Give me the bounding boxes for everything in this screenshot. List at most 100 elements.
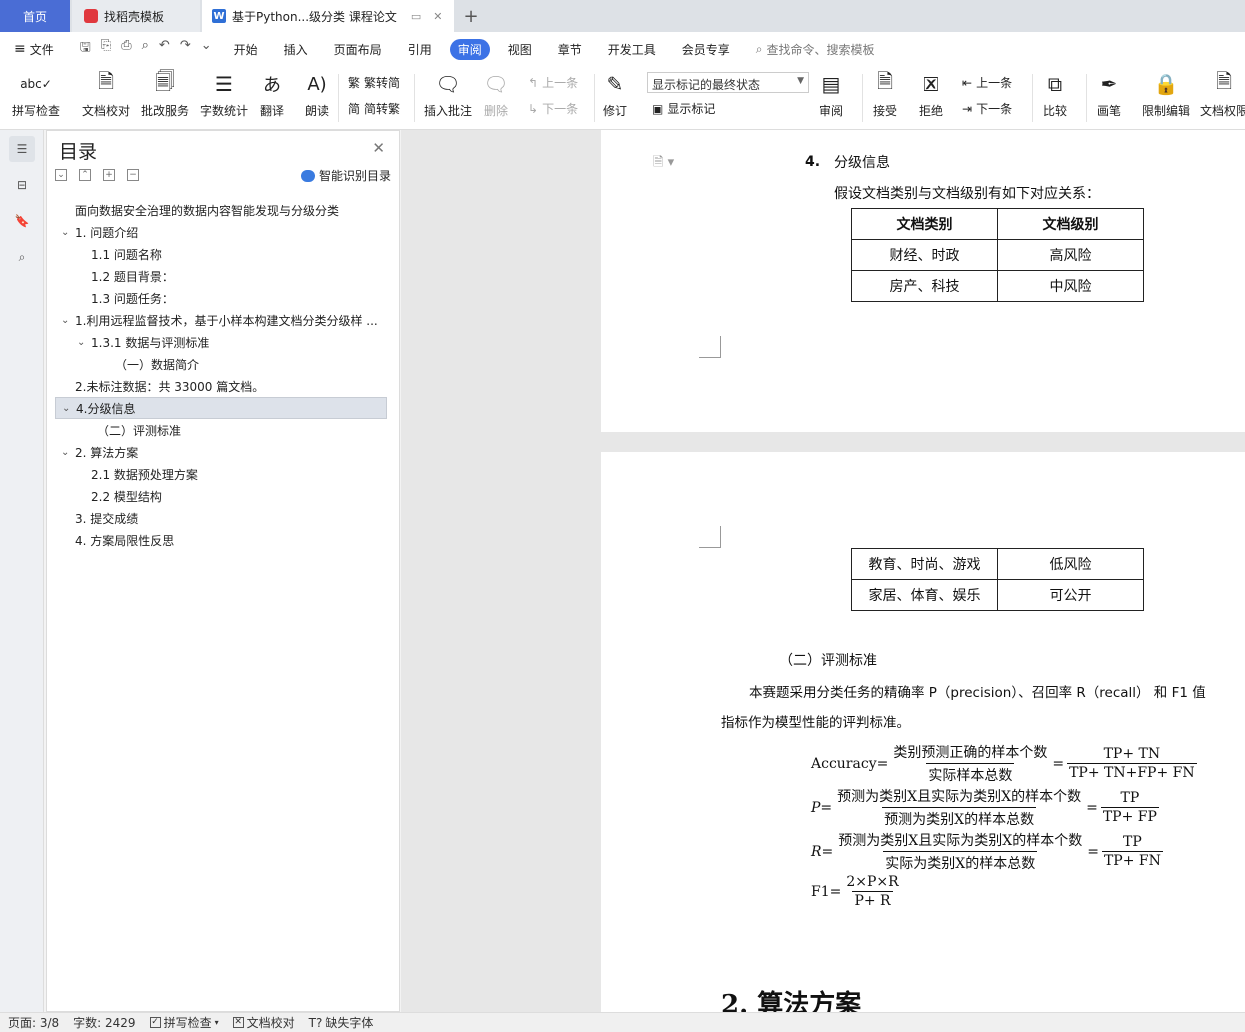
toc-item[interactable]: ⌄ 2. 算法方案: [55, 441, 387, 463]
page-indicator[interactable]: 页面: 3/8: [8, 1014, 59, 1031]
toc-item[interactable]: 2.2 模型结构: [55, 485, 387, 507]
menu-page-layout[interactable]: 页面布局: [334, 41, 382, 58]
toc-title: 目录: [59, 141, 98, 163]
tab-home-label: 首页: [22, 9, 47, 24]
new-tab-button[interactable]: +: [458, 0, 484, 32]
redo-icon[interactable]: ↷: [180, 38, 191, 60]
translate-button[interactable]: あ 翻译: [259, 70, 285, 119]
chevron-down-icon[interactable]: ⌄: [62, 403, 70, 414]
proofread-toggle[interactable]: ✕ 文档校对: [232, 1014, 295, 1031]
chevron-down-icon[interactable]: ⌄: [61, 315, 69, 326]
remove-heading-icon[interactable]: −: [127, 169, 139, 181]
word-count-button[interactable]: ☰ 字数统计: [200, 70, 248, 119]
pen-button[interactable]: ✒ 画笔: [1096, 70, 1122, 119]
toc-item[interactable]: 面向数据安全治理的数据内容智能发现与分级分类: [55, 199, 387, 221]
close-tab-icon[interactable]: ✕: [433, 10, 442, 23]
missing-font-button[interactable]: T? 缺失字体: [309, 1014, 374, 1031]
doc-check-button[interactable]: 🗎 文档校对: [82, 69, 130, 119]
tab-document-label: 基于Python...级分类 课程论文: [232, 9, 397, 24]
file-menu[interactable]: ≡ 文件: [14, 41, 54, 58]
review-service-button[interactable]: 🗐 批改服务: [141, 69, 189, 119]
customize-icon[interactable]: ⌄: [201, 38, 212, 60]
toc-item[interactable]: （一）数据简介: [55, 353, 387, 375]
next-comment-button[interactable]: ↳ 下一条: [528, 100, 578, 117]
print-preview-icon[interactable]: ⌕: [142, 38, 149, 60]
compare-button[interactable]: ⧉ 比较: [1042, 70, 1068, 119]
add-heading-icon[interactable]: +: [103, 169, 115, 181]
toc-item[interactable]: 2.未标注数据：共 33000 篇文档。: [55, 375, 387, 397]
menu-start[interactable]: 开始: [234, 41, 258, 58]
print-icon[interactable]: ⎙: [121, 38, 131, 60]
delete-comment-button[interactable]: 🗨 删除: [483, 70, 509, 119]
menu-section[interactable]: 章节: [558, 41, 582, 58]
toc-item[interactable]: 1.2 题目背景：: [55, 265, 387, 287]
menu-dev-tools[interactable]: 开发工具: [608, 41, 656, 58]
smart-toc-button[interactable]: 智能识别目录: [300, 167, 391, 184]
collapse-all-icon[interactable]: ⌄: [55, 169, 67, 181]
ribbon-toolbar: abc✓ 拼写检查 🗎 文档校对 🗐 批改服务 ☰ 字数统计 あ 翻译 A) 朗…: [0, 66, 1245, 130]
to-traditional-button[interactable]: 繁 繁转简: [348, 74, 400, 91]
export-icon[interactable]: ⎘: [101, 38, 111, 60]
chevron-down-icon[interactable]: ⌄: [61, 447, 69, 458]
pin-tab-icon[interactable]: ▭: [411, 10, 421, 23]
read-aloud-button[interactable]: A) 朗读: [304, 70, 330, 119]
reject-button[interactable]: 🗷 拒绝: [918, 70, 944, 119]
toc-item[interactable]: ⌄ 4.分级信息: [55, 397, 387, 419]
toc-item[interactable]: ⌄ 1. 问题介绍: [55, 221, 387, 243]
toc-item[interactable]: 1.3 问题任务：: [55, 287, 387, 309]
toc-nav-icon[interactable]: ☰: [9, 136, 35, 162]
menu-review[interactable]: 审阅: [449, 38, 490, 60]
spellcheck-toggle[interactable]: ✓ 拼写检查 ▾: [149, 1014, 219, 1031]
chapter-nav-icon[interactable]: ⊟: [9, 172, 35, 198]
revise-button[interactable]: ✎ 修订: [602, 70, 628, 119]
tab-template[interactable]: 找稻壳模板: [72, 0, 200, 32]
chevron-down-icon[interactable]: ⌄: [77, 337, 85, 348]
toc-item[interactable]: （二）评测标准: [55, 419, 387, 441]
menu-member[interactable]: 会员专享: [682, 41, 730, 58]
menu-insert[interactable]: 插入: [284, 41, 308, 58]
f1-formula: F1 = 2×P×R P+ R: [811, 874, 899, 909]
bookmark-icon[interactable]: 🔖: [9, 208, 35, 234]
show-markup-button[interactable]: ▣ 显示标记: [652, 100, 715, 117]
menu-reference[interactable]: 引用: [408, 41, 432, 58]
eval-paragraph-line2: 指标作为模型性能的评判标准。: [721, 715, 910, 731]
review-pane-button[interactable]: ▤ 审阅: [818, 70, 844, 119]
menu-view[interactable]: 视图: [508, 41, 532, 58]
tab-home[interactable]: 首页: [0, 0, 70, 32]
save-icon[interactable]: 🖫: [80, 38, 91, 60]
next-change-button[interactable]: ⇥ 下一条: [962, 100, 1012, 117]
next-change-label: 下一条: [976, 102, 1013, 116]
toc-item[interactable]: 1.1 问题名称: [55, 243, 387, 265]
markup-state-select[interactable]: 显示标记的最终状态 ▼: [647, 72, 809, 93]
insert-comment-button[interactable]: 🗨 插入批注: [424, 70, 472, 119]
find-icon[interactable]: ⌕: [9, 244, 35, 270]
eval-paragraph-line1: 本赛题采用分类任务的精确率 P（precision）、召回率 R（recall）…: [749, 685, 1206, 701]
accept-button[interactable]: 🗎 接受: [872, 69, 898, 119]
tab-document[interactable]: W 基于Python...级分类 课程论文 ▭ ✕: [202, 0, 454, 32]
command-search[interactable]: ⌕ 查找命令、搜索模板: [756, 41, 875, 58]
toc-item[interactable]: ⌄ 1.3.1 数据与评测标准: [55, 331, 387, 353]
table-header-cell: 文档级别: [997, 208, 1144, 240]
chevron-down-icon[interactable]: ⌄: [61, 227, 69, 238]
paragraph-menu-icon[interactable]: 🗎 ▾: [653, 153, 674, 175]
toc-item-label: 1.3 问题任务：: [91, 291, 174, 306]
table-header-cell: 文档类别: [851, 208, 998, 240]
restrict-edit-button[interactable]: 🔒 限制编辑: [1142, 70, 1190, 119]
toc-item[interactable]: 4. 方案局限性反思: [55, 529, 387, 551]
to-simplified-button[interactable]: 简 简转繁: [348, 100, 400, 117]
proofread-status-label: 文档校对: [246, 1016, 295, 1030]
close-icon[interactable]: ✕: [372, 139, 385, 157]
spellcheck-button[interactable]: abc✓ 拼写检查: [12, 70, 60, 119]
expand-up-icon[interactable]: ⌃: [79, 169, 91, 181]
ribbon-separator: [594, 74, 595, 122]
prev-change-button[interactable]: ⇤ 上一条: [962, 74, 1012, 91]
toc-item[interactable]: 3. 提交成绩: [55, 507, 387, 529]
table-cell: 高风险: [997, 239, 1144, 271]
spellcheck-label: 拼写检查: [12, 104, 61, 118]
word-count-indicator[interactable]: 字数: 2429: [73, 1014, 135, 1031]
prev-comment-button[interactable]: ↰ 上一条: [528, 74, 578, 91]
toc-item[interactable]: 2.1 数据预处理方案: [55, 463, 387, 485]
undo-icon[interactable]: ↶: [159, 38, 170, 60]
doc-permission-button[interactable]: 🗎 文档权限: [1200, 69, 1245, 119]
toc-item[interactable]: ⌄ 1.利用远程监督技术，基于小样本构建文档分类分级样 ...: [55, 309, 387, 331]
